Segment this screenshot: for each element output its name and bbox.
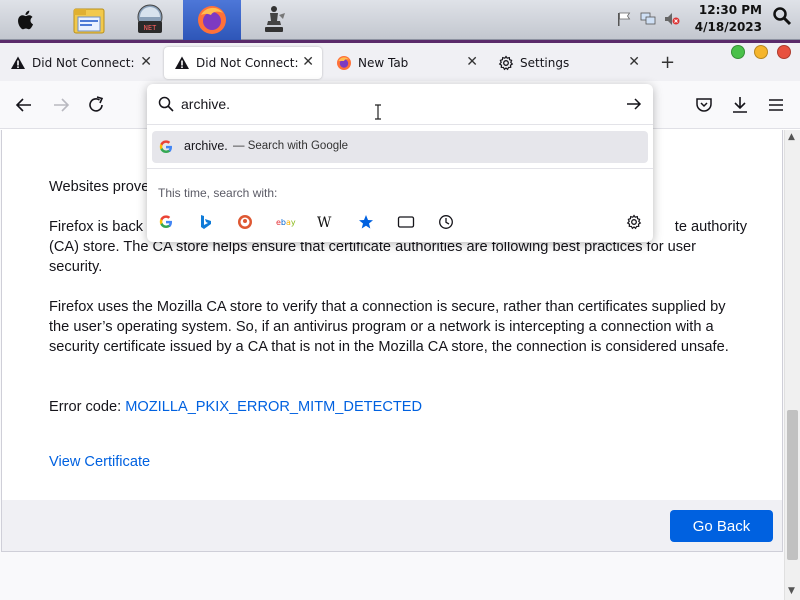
tab-label: Did Not Connect: Po	[196, 56, 299, 70]
search-icon	[158, 96, 174, 112]
os-clock[interactable]: 12:30 PM 4/18/2023	[695, 2, 762, 36]
go-arrow-icon[interactable]	[625, 96, 643, 112]
error-code-label: Error code:	[49, 399, 126, 415]
scrollbar-thumb[interactable]	[787, 410, 798, 560]
tab-did-not-connect-2[interactable]: Did Not Connect: Po ✕	[164, 47, 322, 79]
os-time: 12:30 PM	[698, 3, 762, 17]
close-tab-icon[interactable]: ✕	[466, 54, 478, 70]
error-code-link[interactable]: MOZILLA_PKIX_ERROR_MITM_DETECTED	[125, 399, 422, 415]
close-window-button[interactable]	[777, 45, 791, 59]
close-tab-icon[interactable]: ✕	[140, 54, 152, 70]
minimize-button[interactable]	[754, 45, 768, 59]
this-time-search-label: This time, search with:	[158, 186, 278, 200]
os-top-bar: NET 12:30 PM 4/18/2023	[0, 0, 800, 43]
tab-did-not-connect-1[interactable]: Did Not Connect: Po ✕	[0, 47, 160, 79]
close-tab-icon[interactable]: ✕	[302, 54, 314, 70]
new-tab-button[interactable]: +	[660, 54, 675, 72]
bing-engine-icon[interactable]	[196, 212, 216, 232]
firefox-dock-icon[interactable]	[183, 0, 241, 40]
warning-icon	[11, 56, 25, 69]
button-bar	[1, 500, 783, 552]
tab-new-tab[interactable]: New Tab ✕	[326, 47, 486, 79]
svg-text:NET: NET	[144, 24, 157, 32]
os-date: 4/18/2023	[694, 20, 762, 34]
go-back-button[interactable]: Go Back	[670, 510, 773, 542]
tab-label: New Tab	[358, 56, 409, 70]
tab-label: Did Not Connect: Po	[32, 56, 137, 70]
os-search-icon[interactable]	[772, 6, 792, 26]
maximize-button[interactable]	[731, 45, 745, 59]
reload-icon[interactable]	[85, 94, 107, 116]
svg-text:ebay: ebay	[276, 218, 296, 227]
suggestion-action: — Search with Google	[233, 140, 349, 152]
tabs-icon[interactable]	[396, 212, 416, 232]
file-explorer-icon[interactable]	[60, 0, 118, 40]
system-monitor-icon[interactable]: NET	[121, 0, 179, 40]
downloads-icon[interactable]	[729, 94, 751, 116]
scroll-down-icon[interactable]: ▼	[788, 586, 795, 596]
search-suggestion-row[interactable]: archive. — Search with Google	[152, 131, 648, 163]
scrollbar[interactable]: ▲ ▼	[784, 130, 800, 600]
ebay-engine-icon[interactable]: ebay	[276, 212, 296, 232]
bookmarks-star-icon[interactable]	[356, 212, 376, 232]
gear-icon	[498, 55, 514, 71]
warning-icon	[175, 56, 189, 69]
apple-icon[interactable]	[14, 8, 38, 32]
flag-icon[interactable]	[616, 12, 632, 26]
wikipedia-engine-icon[interactable]: W	[315, 212, 335, 232]
google-icon	[159, 140, 172, 153]
suggestion-term: archive.	[184, 139, 228, 153]
error-code-line: Error code: MOZILLA_PKIX_ERROR_MITM_DETE…	[49, 397, 749, 417]
ca-store-text: (CA) store. The CA store helps ensure th…	[49, 239, 697, 275]
google-engine-icon[interactable]	[156, 212, 176, 232]
url-separator	[147, 124, 653, 125]
tab-settings[interactable]: Settings ✕	[488, 47, 648, 79]
chess-icon[interactable]	[245, 0, 303, 40]
close-tab-icon[interactable]: ✕	[628, 54, 640, 70]
network-icon[interactable]	[640, 12, 656, 26]
tab-label: Settings	[520, 56, 570, 70]
hamburger-menu-icon[interactable]	[765, 94, 787, 116]
back-arrow-icon[interactable]	[13, 94, 35, 116]
history-clock-icon[interactable]	[436, 212, 456, 232]
address-bar-input[interactable]	[181, 93, 601, 115]
search-settings-gear-icon[interactable]	[624, 212, 644, 232]
mozilla-ca-text: Firefox uses the Mozilla CA store to ver…	[49, 299, 729, 355]
text-cursor-icon	[375, 104, 381, 120]
pocket-icon[interactable]	[693, 94, 715, 116]
volume-muted-icon[interactable]	[664, 12, 680, 26]
duckduckgo-engine-icon[interactable]	[235, 212, 255, 232]
url-dropdown-panel: archive. — Search with Google This time,…	[147, 84, 653, 242]
svg-text:W: W	[317, 215, 332, 229]
tab-strip: Did Not Connect: Po ✕ Did Not Connect: P…	[0, 43, 800, 81]
url-separator	[147, 168, 653, 169]
view-certificate-link[interactable]: View Certificate	[49, 452, 150, 472]
scroll-up-icon[interactable]: ▲	[788, 132, 795, 142]
forward-arrow-icon[interactable]	[50, 94, 72, 116]
firefox-icon	[337, 56, 351, 70]
